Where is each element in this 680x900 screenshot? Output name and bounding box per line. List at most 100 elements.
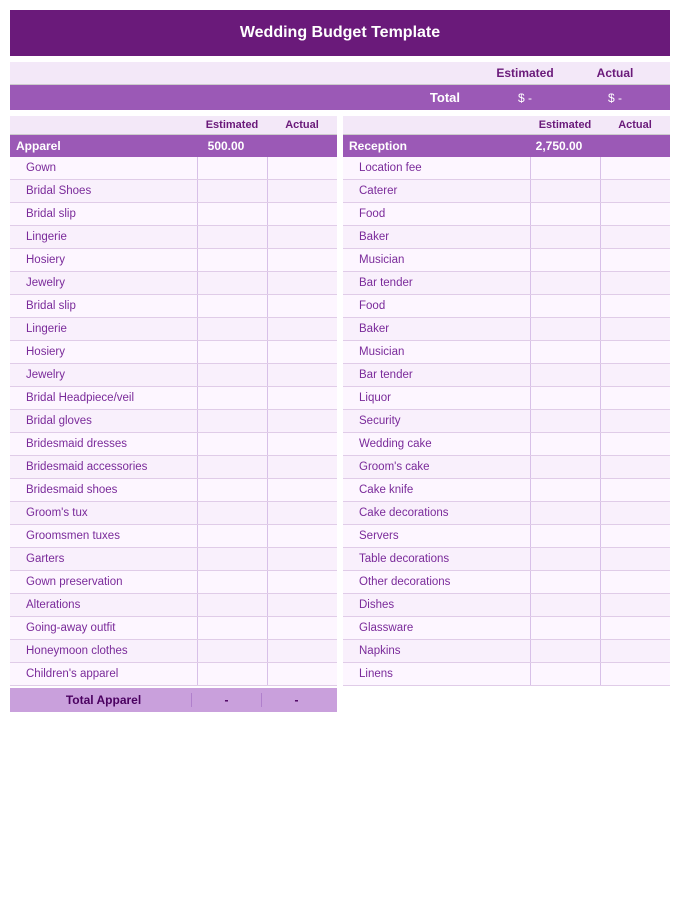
actual-cell[interactable] [600, 433, 670, 455]
actual-cell[interactable] [600, 594, 670, 616]
actual-cell[interactable] [267, 617, 337, 639]
actual-cell[interactable] [600, 502, 670, 524]
actual-cell[interactable] [267, 548, 337, 570]
actual-cell[interactable] [600, 318, 670, 340]
estimated-cell[interactable] [197, 571, 267, 593]
actual-cell[interactable] [267, 272, 337, 294]
apparel-total-label: Total Apparel [16, 693, 191, 707]
actual-cell[interactable] [600, 387, 670, 409]
estimated-cell[interactable] [197, 364, 267, 386]
actual-cell[interactable] [267, 410, 337, 432]
estimated-cell[interactable] [197, 594, 267, 616]
estimated-cell[interactable] [197, 663, 267, 685]
estimated-cell[interactable] [530, 180, 600, 202]
estimated-cell[interactable] [530, 479, 600, 501]
list-item: Cake knife [343, 482, 530, 498]
actual-cell[interactable] [267, 663, 337, 685]
estimated-cell[interactable] [530, 433, 600, 455]
estimated-cell[interactable] [197, 525, 267, 547]
actual-cell[interactable] [600, 663, 670, 685]
actual-cell[interactable] [267, 226, 337, 248]
actual-cell[interactable] [267, 364, 337, 386]
estimated-cell[interactable] [197, 387, 267, 409]
estimated-cell[interactable] [530, 410, 600, 432]
actual-cell[interactable] [267, 479, 337, 501]
estimated-cell[interactable] [530, 249, 600, 271]
actual-cell[interactable] [267, 318, 337, 340]
estimated-cell[interactable] [530, 318, 600, 340]
actual-cell[interactable] [600, 249, 670, 271]
reception-actual-header: Actual [600, 119, 670, 131]
estimated-cell[interactable] [197, 410, 267, 432]
actual-cell[interactable] [267, 249, 337, 271]
page: Wedding Budget Template Estimated Actual… [0, 0, 680, 722]
estimated-cell[interactable] [197, 479, 267, 501]
estimated-cell[interactable] [197, 318, 267, 340]
estimated-cell[interactable] [530, 617, 600, 639]
actual-cell[interactable] [600, 456, 670, 478]
actual-cell[interactable] [267, 341, 337, 363]
actual-cell[interactable] [600, 410, 670, 432]
estimated-cell[interactable] [530, 548, 600, 570]
actual-cell[interactable] [267, 502, 337, 524]
actual-cell[interactable] [600, 272, 670, 294]
table-row: Servers [343, 525, 670, 548]
actual-cell[interactable] [600, 617, 670, 639]
actual-cell[interactable] [267, 180, 337, 202]
estimated-cell[interactable] [530, 571, 600, 593]
estimated-cell[interactable] [197, 180, 267, 202]
estimated-cell[interactable] [530, 456, 600, 478]
actual-cell[interactable] [267, 203, 337, 225]
actual-cell[interactable] [600, 226, 670, 248]
estimated-cell[interactable] [197, 640, 267, 662]
actual-cell[interactable] [267, 157, 337, 179]
estimated-cell[interactable] [197, 157, 267, 179]
actual-cell[interactable] [267, 433, 337, 455]
actual-cell[interactable] [267, 525, 337, 547]
actual-cell[interactable] [600, 548, 670, 570]
actual-cell[interactable] [600, 203, 670, 225]
estimated-cell[interactable] [530, 502, 600, 524]
grand-total-row: Total $ - $ - [10, 85, 670, 110]
estimated-cell[interactable] [197, 456, 267, 478]
actual-cell[interactable] [267, 594, 337, 616]
estimated-cell[interactable] [530, 272, 600, 294]
list-item: Other decorations [343, 574, 530, 590]
actual-cell[interactable] [600, 364, 670, 386]
estimated-cell[interactable] [530, 594, 600, 616]
actual-cell[interactable] [600, 295, 670, 317]
estimated-cell[interactable] [530, 525, 600, 547]
actual-cell[interactable] [267, 640, 337, 662]
estimated-cell[interactable] [197, 295, 267, 317]
estimated-cell[interactable] [530, 341, 600, 363]
actual-cell[interactable] [600, 640, 670, 662]
estimated-cell[interactable] [197, 341, 267, 363]
estimated-cell[interactable] [197, 203, 267, 225]
actual-cell[interactable] [267, 387, 337, 409]
estimated-cell[interactable] [197, 226, 267, 248]
reception-section-estimated: 2,750.00 [524, 139, 594, 153]
estimated-cell[interactable] [530, 295, 600, 317]
estimated-cell[interactable] [197, 433, 267, 455]
actual-cell[interactable] [600, 571, 670, 593]
estimated-cell[interactable] [530, 640, 600, 662]
actual-cell[interactable] [267, 295, 337, 317]
estimated-cell[interactable] [197, 548, 267, 570]
estimated-cell[interactable] [197, 617, 267, 639]
estimated-cell[interactable] [197, 502, 267, 524]
estimated-cell[interactable] [530, 387, 600, 409]
actual-cell[interactable] [267, 456, 337, 478]
estimated-cell[interactable] [197, 272, 267, 294]
actual-cell[interactable] [600, 180, 670, 202]
estimated-cell[interactable] [530, 364, 600, 386]
estimated-cell[interactable] [530, 663, 600, 685]
actual-cell[interactable] [267, 571, 337, 593]
actual-cell[interactable] [600, 157, 670, 179]
estimated-cell[interactable] [530, 203, 600, 225]
estimated-cell[interactable] [530, 157, 600, 179]
actual-cell[interactable] [600, 341, 670, 363]
estimated-cell[interactable] [197, 249, 267, 271]
actual-cell[interactable] [600, 525, 670, 547]
actual-cell[interactable] [600, 479, 670, 501]
estimated-cell[interactable] [530, 226, 600, 248]
